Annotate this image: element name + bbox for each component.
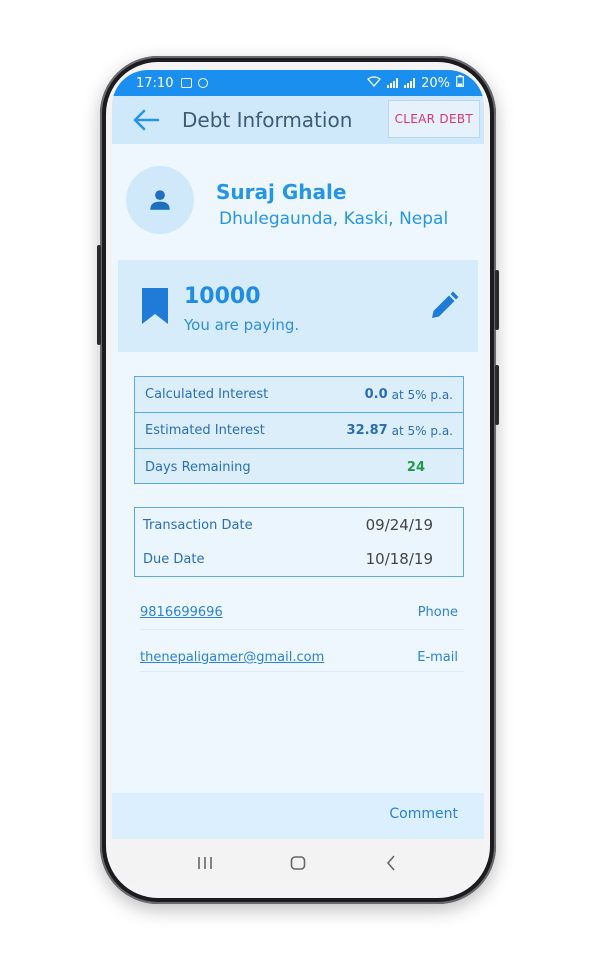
days-remaining-row: Days Remaining 24	[135, 449, 463, 485]
due-date-row: Due Date 10/18/19	[135, 542, 463, 576]
wifi-icon	[367, 75, 382, 91]
status-bar: 17:10 20%	[112, 70, 484, 96]
back-button[interactable]	[126, 100, 166, 140]
battery-icon	[456, 75, 464, 91]
email-label: E-mail	[417, 650, 458, 665]
side-button	[495, 365, 499, 425]
transaction-date-value: 09/24/19	[365, 516, 433, 534]
comment-button[interactable]: Comment	[389, 806, 458, 822]
estimated-interest-label: Estimated Interest	[145, 423, 265, 438]
calculated-interest-rate: at 5% p.a.	[391, 387, 453, 402]
phone-contact-row: 9816699696 Phone	[140, 600, 464, 630]
phone-label: Phone	[417, 605, 458, 620]
due-date-value: 10/18/19	[365, 550, 433, 568]
volume-button	[97, 245, 101, 345]
dates-table: Transaction Date 09/24/19 Due Date 10/18…	[134, 507, 464, 577]
home-icon	[290, 856, 306, 870]
estimated-interest-rate: at 5% p.a.	[391, 423, 453, 438]
transaction-date-label: Transaction Date	[143, 517, 253, 533]
page-title: Debt Information	[182, 108, 353, 132]
system-nav-bar	[112, 839, 484, 887]
bookmark-icon	[142, 288, 168, 324]
battery-level: 20%	[421, 75, 450, 91]
debtor-address: Dhulegaunda, Kaski, Nepal	[219, 209, 449, 229]
status-time: 17:10	[136, 75, 174, 91]
person-icon	[150, 190, 170, 210]
estimated-interest-row: Estimated Interest 32.87 at 5% p.a.	[135, 413, 463, 449]
email-contact-row: thenepaligamer@gmail.com E-mail	[140, 642, 464, 672]
email-link[interactable]: thenepaligamer@gmail.com	[140, 650, 324, 665]
home-button[interactable]	[278, 843, 318, 883]
app-notification-icon	[198, 78, 209, 88]
calculated-interest-row: Calculated Interest 0.0 at 5% p.a.	[135, 377, 463, 413]
days-remaining-label: Days Remaining	[145, 459, 251, 475]
clear-debt-button[interactable]: CLEAR DEBT	[387, 100, 480, 138]
app-bar: Debt Information CLEAR DEBT	[112, 96, 484, 144]
debt-amount-label: You are paying.	[184, 316, 300, 334]
calculated-interest-label: Calculated Interest	[145, 387, 269, 402]
recent-apps-button[interactable]	[185, 843, 225, 883]
pencil-icon	[432, 291, 459, 318]
back-chevron-icon	[387, 855, 395, 871]
gallery-notification-icon	[181, 78, 193, 88]
due-date-label: Due Date	[143, 551, 205, 567]
power-button	[495, 270, 499, 330]
debt-amount: 10000	[184, 284, 261, 309]
recent-apps-icon	[197, 857, 212, 869]
signal-icon	[387, 78, 399, 88]
calculated-interest-value: 0.0	[364, 387, 388, 402]
debtor-name: Suraj Ghale	[216, 180, 347, 204]
app-screen: 17:10 20% Debt Information CLEAR DEBT Su…	[112, 70, 484, 887]
signal-icon-2	[404, 78, 416, 88]
transaction-date-row: Transaction Date 09/24/19	[135, 508, 463, 542]
amount-card: 10000 You are paying.	[118, 260, 478, 352]
phone-link[interactable]: 9816699696	[140, 605, 223, 620]
nav-back-button[interactable]	[371, 843, 411, 883]
interest-table: Calculated Interest 0.0 at 5% p.a. Estim…	[134, 376, 464, 484]
edit-amount-button[interactable]	[428, 290, 460, 322]
profile-section: Suraj Ghale Dhulegaunda, Kaski, Nepal	[126, 166, 476, 242]
estimated-interest-value: 32.87	[346, 423, 388, 438]
avatar	[126, 166, 194, 234]
arrow-back-icon	[133, 109, 160, 131]
days-remaining-value: 24	[406, 459, 425, 475]
status-indicators: 20%	[367, 75, 464, 91]
comment-bar: Comment	[112, 793, 484, 839]
